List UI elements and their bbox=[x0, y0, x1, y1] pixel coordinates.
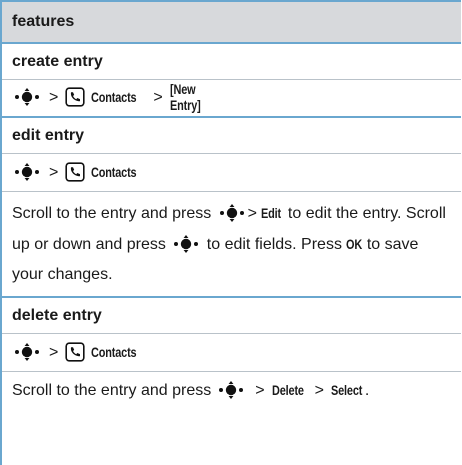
delete-entry-path: > Contacts bbox=[2, 334, 461, 372]
menu-item-select: Select bbox=[330, 382, 363, 398]
menu-item-ok: OK bbox=[346, 236, 363, 252]
menu-item-edit: Edit bbox=[261, 205, 282, 221]
menu-item-new-entry: [New Entry] bbox=[169, 81, 201, 113]
nav-key-icon bbox=[174, 234, 199, 253]
nav-key-icon bbox=[219, 203, 244, 222]
phone-icon bbox=[65, 87, 85, 107]
menu-item-delete: Delete bbox=[271, 382, 304, 398]
phone-icon bbox=[65, 341, 85, 362]
path-separator: > bbox=[255, 382, 265, 399]
menu-item-contacts: Contacts bbox=[91, 89, 137, 105]
features-table: features create entry > Contacts > [New … bbox=[0, 0, 461, 465]
table-header: features bbox=[2, 0, 461, 44]
section-title-edit-entry: edit entry bbox=[2, 118, 461, 154]
path-separator: > bbox=[49, 163, 59, 181]
nav-key-icon bbox=[15, 342, 39, 361]
table-header-title: features bbox=[12, 13, 75, 30]
section-title: edit entry bbox=[12, 126, 85, 144]
section-title-delete-entry: delete entry bbox=[2, 298, 461, 334]
desc-text: Scroll to the entry and press bbox=[12, 382, 212, 399]
path-separator: > bbox=[153, 89, 163, 106]
nav-key-icon bbox=[15, 88, 39, 106]
create-entry-path: > Contacts > [New Entry] bbox=[2, 80, 461, 118]
path-separator: > bbox=[314, 382, 324, 399]
desc-text: Scroll to the entry and press bbox=[12, 205, 212, 222]
edit-entry-description: Scroll to the entry and press > Edit to … bbox=[2, 192, 461, 298]
desc-text: . bbox=[364, 382, 370, 399]
menu-item-contacts: Contacts bbox=[91, 163, 137, 180]
section-title: delete entry bbox=[12, 306, 102, 324]
delete-entry-description: Scroll to the entry and press > Delete >… bbox=[2, 372, 461, 410]
path-separator: > bbox=[247, 205, 258, 222]
nav-key-icon bbox=[219, 381, 244, 399]
section-title: create entry bbox=[12, 52, 103, 70]
nav-key-icon bbox=[15, 162, 39, 181]
desc-text: to edit fields. Press bbox=[206, 236, 342, 253]
edit-entry-path: > Contacts bbox=[2, 154, 461, 192]
section-title-create-entry: create entry bbox=[2, 44, 461, 80]
phone-icon bbox=[65, 161, 85, 182]
path-separator: > bbox=[49, 343, 59, 361]
menu-item-contacts: Contacts bbox=[91, 343, 137, 360]
path-separator: > bbox=[49, 89, 59, 106]
